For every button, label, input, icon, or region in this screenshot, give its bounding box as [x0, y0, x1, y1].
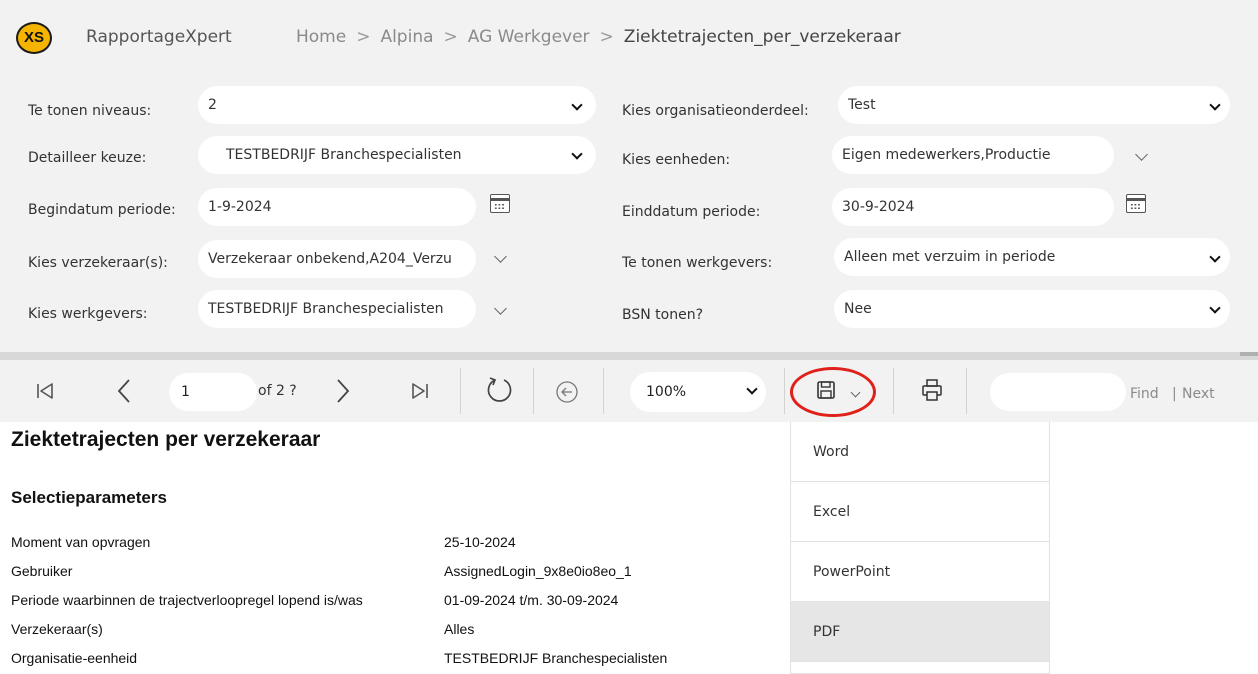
- werkgevers-label: Kies werkgevers:: [28, 306, 148, 322]
- param-row-label: Periode waarbinnen de trajectverlooprege…: [11, 592, 363, 608]
- param-row-value: 01-09-2024 t/m. 30-09-2024: [444, 592, 619, 608]
- toolbar-divider: [784, 368, 785, 414]
- eenheden-chevron-down-icon[interactable]: [1135, 148, 1148, 161]
- first-page-icon[interactable]: [36, 382, 54, 400]
- breadcrumb-ag-werkgever[interactable]: AG Werkgever: [468, 27, 590, 47]
- last-page-icon[interactable]: [411, 382, 429, 400]
- begindatum-value: 1-9-2024: [208, 199, 272, 215]
- bsn-select[interactable]: Nee: [834, 290, 1230, 328]
- toolbar-divider: [603, 368, 604, 414]
- param-row-label: Moment van opvragen: [11, 534, 151, 550]
- export-highlight-circle: [790, 367, 876, 417]
- breadcrumb-current: Ziektetrajecten_per_verzekeraar: [623, 27, 901, 47]
- organisatie-value: Test: [848, 97, 876, 113]
- verzekeraar-select[interactable]: Verzekeraar onbekend,A204_Verzu: [198, 240, 476, 278]
- previous-page-icon[interactable]: [115, 378, 133, 404]
- organisatie-label: Kies organisatieonderdeel:: [622, 103, 809, 119]
- einddatum-input[interactable]: 30-9-2024: [832, 188, 1114, 226]
- back-to-parent-icon[interactable]: [555, 380, 579, 404]
- tonen-werkgevers-select[interactable]: Alleen met verzuim in periode: [834, 238, 1230, 276]
- breadcrumb: Home > Alpina > AG Werkgever > Ziektetrajecten…: [296, 27, 901, 47]
- eenheden-select[interactable]: Eigen medewerkers,Productie: [832, 136, 1114, 174]
- export-more[interactable]: [791, 662, 1049, 674]
- find-link[interactable]: Find: [1130, 386, 1159, 402]
- detail-value: TESTBEDRIJF Branchespecialisten: [226, 147, 462, 163]
- werkgevers-chevron-down-icon[interactable]: [494, 302, 507, 315]
- report-title: Ziektetrajecten per verzekeraar: [11, 428, 321, 451]
- breadcrumb-home[interactable]: Home: [296, 27, 346, 47]
- param-row-label: Verzekeraar(s): [11, 621, 103, 637]
- verzekeraar-value: Verzekeraar onbekend,A204_Verzu: [208, 251, 452, 267]
- export-dropdown-menu: Word Excel PowerPoint PDF: [790, 422, 1050, 674]
- begindatum-label: Begindatum periode:: [28, 202, 176, 218]
- breadcrumb-alpina[interactable]: Alpina: [380, 27, 433, 47]
- splitter-handle[interactable]: [1240, 352, 1258, 356]
- page-count: of 2 ?: [258, 383, 297, 399]
- breadcrumb-separator-icon: >: [443, 27, 458, 47]
- export-word[interactable]: Word: [791, 422, 1049, 482]
- einddatum-label: Einddatum periode:: [622, 204, 761, 220]
- detail-select[interactable]: TESTBEDRIJF Branchespecialisten: [198, 136, 596, 174]
- toolbar-divider: [893, 368, 894, 414]
- next-page-icon[interactable]: [334, 378, 352, 404]
- niveaus-value: 2: [208, 97, 217, 113]
- param-row-label: Organisatie-eenheid: [11, 650, 138, 666]
- breadcrumb-separator-icon: >: [356, 27, 371, 47]
- param-row-value: 25-10-2024: [444, 534, 516, 550]
- werkgevers-value: TESTBEDRIJF Branchespecialisten: [208, 301, 444, 317]
- breadcrumb-separator-icon: >: [599, 27, 614, 47]
- toolbar-divider: [966, 368, 967, 414]
- eenheden-value: Eigen medewerkers,Productie: [842, 147, 1051, 163]
- zoom-select[interactable]: 100%: [630, 372, 766, 412]
- detail-label: Detailleer keuze:: [28, 150, 147, 166]
- export-pdf[interactable]: PDF: [791, 602, 1049, 662]
- app-header: XS RapportageXpert Home > Alpina > AG Werkge…: [0, 0, 1258, 64]
- report-section-heading: Selectieparameters: [11, 488, 167, 507]
- tonen-werkgevers-label: Te tonen werkgevers:: [622, 255, 773, 271]
- splitter-bar[interactable]: [0, 352, 1258, 360]
- parameter-panel: Te tonen niveaus: 2 Detailleer keuze: TE…: [0, 64, 1258, 352]
- param-row-value: AssignedLogin_9x8e0io8eo_1: [444, 563, 632, 579]
- param-row-value: TESTBEDRIJF Branchespecialisten: [444, 650, 668, 666]
- verzekeraar-chevron-down-icon[interactable]: [494, 250, 507, 263]
- refresh-icon[interactable]: [484, 375, 514, 405]
- report-toolbar: 1 of 2 ? 100% Find | Next: [0, 360, 1258, 422]
- app-name[interactable]: RapportageXpert: [86, 27, 232, 47]
- export-powerpoint[interactable]: PowerPoint: [791, 542, 1049, 602]
- verzekeraar-label: Kies verzekeraar(s):: [28, 255, 168, 271]
- param-row-label: Gebruiker: [11, 563, 73, 579]
- next-link[interactable]: Next: [1182, 386, 1215, 402]
- xs-logo-icon[interactable]: XS: [16, 22, 52, 54]
- toolbar-divider: [460, 368, 461, 414]
- begindatum-input[interactable]: 1-9-2024: [198, 188, 476, 226]
- tonen-werkgevers-value: Alleen met verzuim in periode: [844, 249, 1056, 265]
- niveaus-select[interactable]: 2: [198, 86, 596, 124]
- begindatum-calendar-icon[interactable]: [489, 194, 510, 213]
- organisatie-select[interactable]: Test: [838, 86, 1230, 124]
- export-excel[interactable]: Excel: [791, 482, 1049, 542]
- bsn-value: Nee: [844, 301, 872, 317]
- print-icon[interactable]: [921, 378, 943, 402]
- eenheden-label: Kies eenheden:: [622, 152, 731, 168]
- bsn-label: BSN tonen?: [622, 307, 704, 323]
- find-input[interactable]: [990, 373, 1126, 411]
- einddatum-value: 30-9-2024: [842, 199, 915, 215]
- page-number-input[interactable]: 1: [169, 373, 257, 411]
- einddatum-calendar-icon[interactable]: [1125, 194, 1146, 213]
- param-row-value: Alles: [444, 621, 475, 637]
- werkgevers-select[interactable]: TESTBEDRIJF Branchespecialisten: [198, 290, 476, 328]
- find-separator: |: [1172, 386, 1177, 402]
- toolbar-divider: [533, 368, 534, 414]
- niveaus-label: Te tonen niveaus:: [28, 103, 152, 119]
